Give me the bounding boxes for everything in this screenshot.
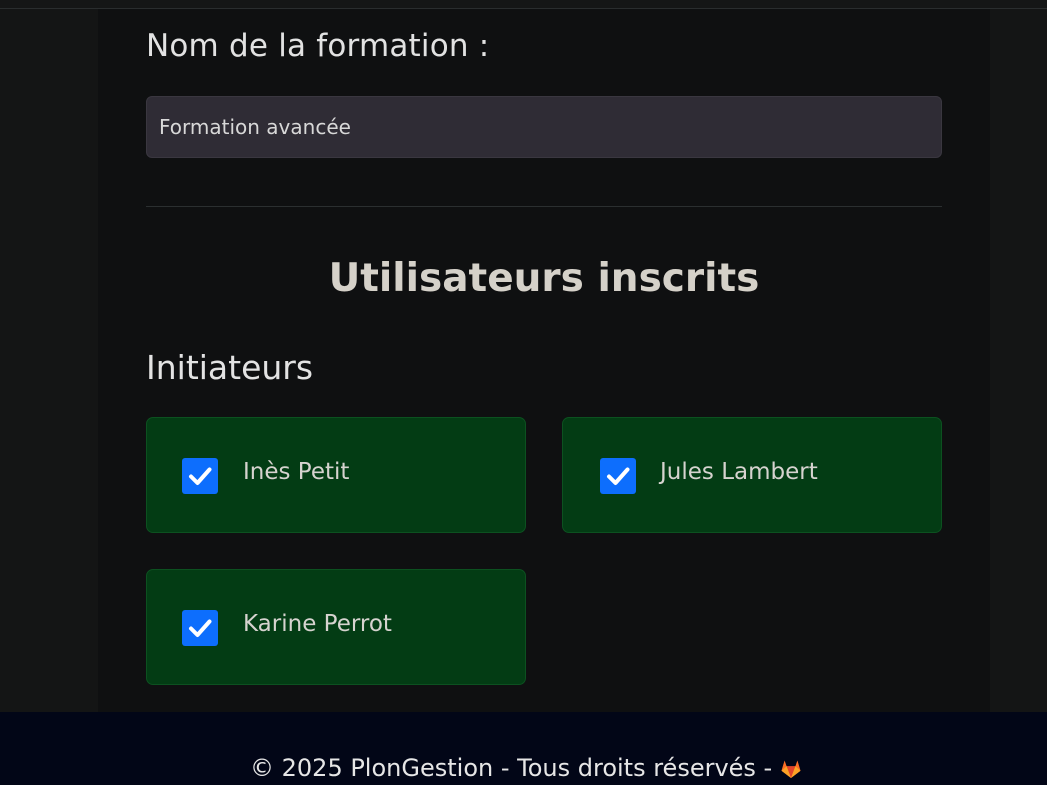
training-name-label: Nom de la formation :: [146, 28, 490, 64]
user-name: Karine Perrot: [243, 611, 392, 637]
user-name: Inès Petit: [243, 459, 350, 485]
footer: © 2025 PlonGestion - Tous droits réservé…: [0, 712, 1047, 785]
user-card[interactable]: Inès Petit: [146, 417, 526, 533]
checkbox-checked[interactable]: [182, 458, 218, 494]
check-icon: [607, 467, 630, 485]
user-name: Jules Lambert: [660, 459, 818, 485]
top-border: [0, 0, 1047, 9]
user-card[interactable]: Karine Perrot: [146, 569, 526, 685]
section-title: Utilisateurs inscrits: [328, 256, 760, 301]
checkbox-checked[interactable]: [600, 458, 636, 494]
training-name-input[interactable]: [146, 96, 942, 158]
group-title-initiateurs: Initiateurs: [146, 348, 314, 387]
checkbox-checked[interactable]: [182, 610, 218, 646]
footer-text: © 2025 PlonGestion - Tous droits réservé…: [250, 754, 802, 785]
divider: [146, 206, 942, 207]
gitlab-icon[interactable]: [780, 757, 802, 785]
user-card[interactable]: Jules Lambert: [562, 417, 942, 533]
check-icon: [189, 619, 212, 637]
check-icon: [189, 467, 212, 485]
copyright-text: © 2025 PlonGestion - Tous droits réservé…: [250, 754, 773, 782]
